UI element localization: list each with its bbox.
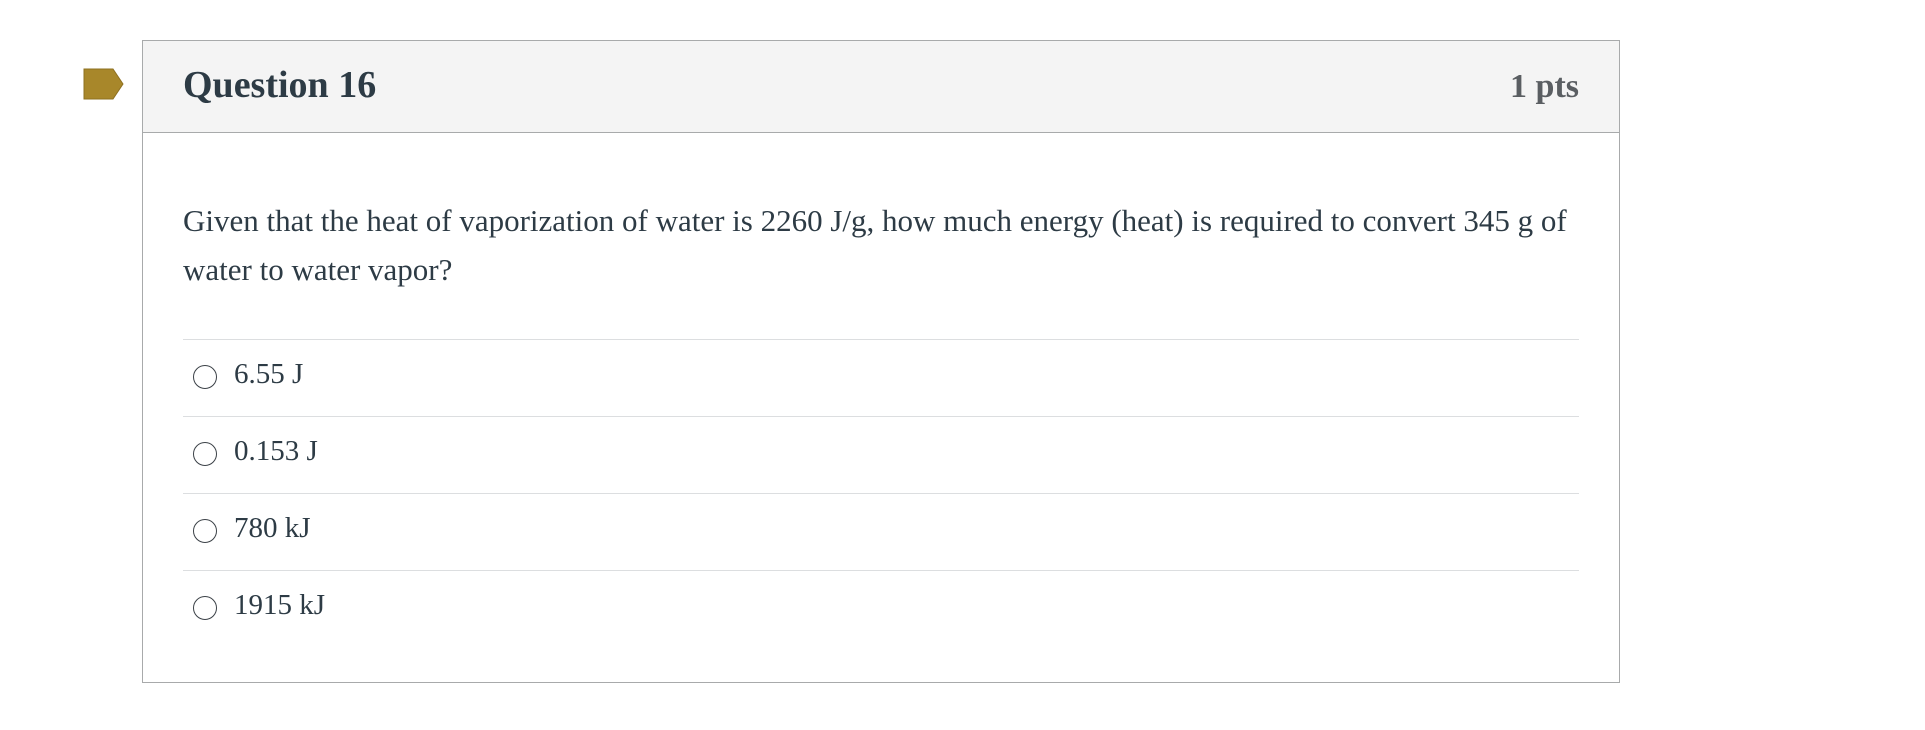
answer-label[interactable]: 0.153 J [234, 435, 318, 468]
answer-label[interactable]: 780 kJ [234, 512, 311, 545]
radio-button[interactable] [193, 442, 217, 466]
answer-label[interactable]: 1915 kJ [234, 589, 325, 622]
question-body: Given that the heat of vaporization of w… [143, 133, 1619, 647]
radio-button[interactable] [193, 365, 217, 389]
answer-option[interactable]: 0.153 J [183, 417, 1579, 494]
question-card: Question 16 1 pts Given that the heat of… [142, 40, 1620, 683]
answer-option[interactable]: 780 kJ [183, 494, 1579, 571]
flag-question-icon[interactable] [83, 68, 124, 100]
question-text: Given that the heat of vaporization of w… [183, 203, 1567, 287]
answer-option[interactable]: 6.55 J [183, 340, 1579, 417]
question-title: Question 16 [183, 64, 377, 106]
question-points: 1 pts [1510, 68, 1579, 105]
answer-label[interactable]: 6.55 J [234, 358, 303, 391]
radio-button[interactable] [193, 596, 217, 620]
question-header: Question 16 1 pts [143, 41, 1619, 133]
radio-button[interactable] [193, 519, 217, 543]
answer-list: 6.55 J 0.153 J 780 kJ 1915 kJ [183, 339, 1579, 647]
answer-option[interactable]: 1915 kJ [183, 571, 1579, 647]
